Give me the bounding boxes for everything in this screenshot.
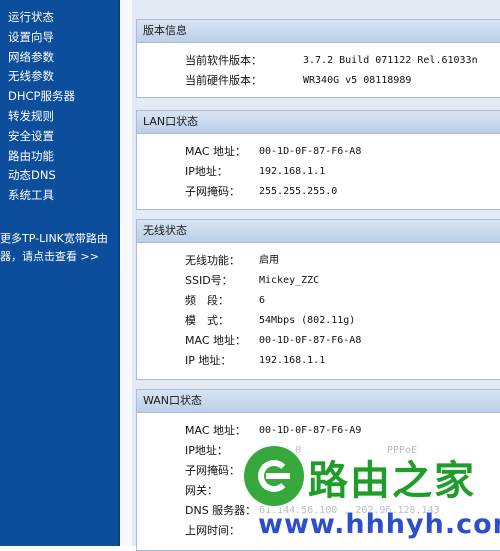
mode-label: 模 式： xyxy=(185,314,229,327)
promo-link[interactable]: 器，请点击查看 >> xyxy=(0,248,120,266)
watermark-url: www.hhhyh.com xyxy=(258,509,500,540)
main-left-strip xyxy=(120,0,132,546)
lan-status-panel: LAN口状态 MAC 地址： 00-1D-0F-87-F6-A8 IP地址： 1… xyxy=(136,110,500,210)
sidebar-item-status[interactable]: 运行状态 xyxy=(0,8,120,28)
mode-value: 54Mbps (802.11g) xyxy=(259,315,356,326)
wan-gateway-label: 网关： xyxy=(185,484,218,497)
panel-title: WAN口状态 xyxy=(137,390,500,413)
sidebar-item-network[interactable]: 网络参数 xyxy=(0,48,120,68)
panel-title: 无线状态 xyxy=(137,220,500,243)
panel-title: 版本信息 xyxy=(137,20,500,43)
software-version-value: 3.7.2 Build 071122 Rel.61033n xyxy=(303,55,478,66)
promo-text: 更多TP-LINK宽带路由 器，请点击查看 >> xyxy=(0,230,120,266)
ssid-label: SSID号： xyxy=(185,274,233,287)
wireless-enabled-row: 无线功能： 启用 xyxy=(137,251,500,271)
lan-mac-label: MAC 地址： xyxy=(185,145,246,158)
hardware-version-row: 当前硬件版本： WR340G v5 08118989 xyxy=(137,71,500,91)
wan-mac-label: MAC 地址： xyxy=(185,424,246,437)
sidebar-item-ddns[interactable]: 动态DNS xyxy=(0,166,120,186)
panel-title: LAN口状态 xyxy=(137,111,500,134)
wireless-mac-row: MAC 地址： 00-1D-0F-87-F6-A8 xyxy=(137,331,500,351)
lan-subnet-value: 255.255.255.0 xyxy=(259,186,338,197)
sidebar-item-wireless[interactable]: 无线参数 xyxy=(0,67,120,87)
promo-line-1: 更多TP-LINK宽带路由 xyxy=(0,232,108,245)
wireless-mac-value: 00-1D-0F-87-F6-A8 xyxy=(259,335,362,346)
version-info-panel: 版本信息 当前软件版本： 3.7.2 Build 071122 Rel.6103… xyxy=(136,19,500,98)
wireless-ip-row: IP 地址： 192.168.1.1 xyxy=(137,351,500,371)
sidebar-item-routing[interactable]: 路由功能 xyxy=(0,147,120,167)
hardware-version-value: WR340G v5 08118989 xyxy=(303,75,412,86)
wireless-ip-value: 192.168.1.1 xyxy=(259,355,326,366)
sidebar-item-system-tools[interactable]: 系统工具 xyxy=(0,186,120,206)
software-version-label: 当前软件版本： xyxy=(185,54,262,67)
lan-ip-label: IP地址： xyxy=(185,165,228,178)
channel-label: 频 段： xyxy=(185,294,229,307)
nav-list: 运行状态 设置向导 网络参数 无线参数 DHCP服务器 转发规则 安全设置 路由… xyxy=(0,8,120,206)
software-version-row: 当前软件版本： 3.7.2 Build 071122 Rel.61033n xyxy=(137,51,500,71)
wan-dns-label: DNS 服务器： xyxy=(185,504,257,517)
wireless-enabled-label: 无线功能： xyxy=(185,254,240,267)
lan-ip-value: 192.168.1.1 xyxy=(259,166,326,177)
lan-subnet-row: 子网掩码： 255.255.255.0 xyxy=(137,182,500,202)
lan-mac-value: 00-1D-0F-87-F6-A8 xyxy=(259,146,362,157)
sidebar-nav: 运行状态 设置向导 网络参数 无线参数 DHCP服务器 转发规则 安全设置 路由… xyxy=(0,0,120,546)
sidebar-item-security[interactable]: 安全设置 xyxy=(0,127,120,147)
ssid-value: Mickey_ZZC xyxy=(259,275,320,286)
wan-ip-label: IP地址： xyxy=(185,444,228,457)
channel-row: 频 段： 6 xyxy=(137,291,500,311)
sidebar-item-dhcp[interactable]: DHCP服务器 xyxy=(0,87,120,107)
watermark-logo-icon xyxy=(244,446,304,506)
wan-uptime-label: 上网时间： xyxy=(185,524,240,537)
wireless-status-panel: 无线状态 无线功能： 启用 SSID号： Mickey_ZZC 频 段： 6 模… xyxy=(136,219,500,380)
wan-mac-row: MAC 地址： 00-1D-0F-87-F6-A9 xyxy=(137,421,500,441)
wan-subnet-label: 子网掩码： xyxy=(185,464,240,477)
sidebar-item-forwarding[interactable]: 转发规则 xyxy=(0,107,120,127)
mode-row: 模 式： 54Mbps (802.11g) xyxy=(137,311,500,331)
lan-ip-row: IP地址： 192.168.1.1 xyxy=(137,162,500,182)
wireless-ip-label: IP 地址： xyxy=(185,354,232,367)
watermark-title: 路由之家 xyxy=(308,458,476,504)
ssid-row: SSID号： Mickey_ZZC xyxy=(137,271,500,291)
wireless-mac-label: MAC 地址： xyxy=(185,334,246,347)
wan-mac-value: 00-1D-0F-87-F6-A9 xyxy=(259,425,362,436)
channel-value: 6 xyxy=(259,295,266,306)
hardware-version-label: 当前硬件版本： xyxy=(185,74,262,87)
sidebar-item-setup-wizard[interactable]: 设置向导 xyxy=(0,28,120,48)
wireless-enabled-value: 启用 xyxy=(259,255,279,266)
lan-subnet-label: 子网掩码： xyxy=(185,185,240,198)
lan-mac-row: MAC 地址： 00-1D-0F-87-F6-A8 xyxy=(137,142,500,162)
